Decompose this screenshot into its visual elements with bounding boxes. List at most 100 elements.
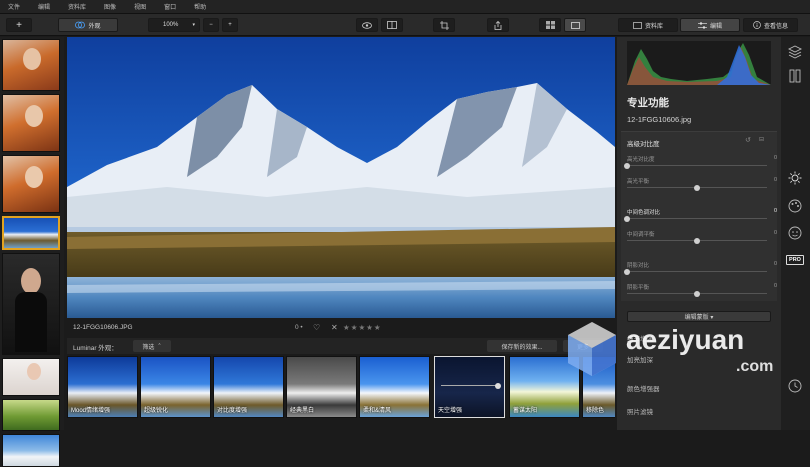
filmstrip — [0, 37, 64, 467]
single-view-button[interactable] — [564, 18, 586, 32]
slider-knob[interactable] — [694, 290, 700, 297]
slider-knob[interactable] — [624, 162, 630, 169]
compare-icon — [387, 21, 397, 29]
collapse-icon[interactable]: ⊟ — [759, 136, 764, 143]
star-rating-icon[interactable]: ★★★★★ — [343, 323, 382, 332]
toolbar: + 外观 100% ▾ − + 资料库 编辑 查看信息 — [0, 14, 810, 36]
preset-thumb[interactable]: 对比度增强 — [213, 356, 284, 418]
presets-strip: Mood情绪增强 超级锐化 对比度增强 经典黑白 柔和&清风 天空增强 蓄谋太阳… — [67, 355, 615, 430]
filmstrip-thumb-selected[interactable] — [2, 216, 60, 250]
compare-button[interactable] — [381, 18, 403, 32]
slider-label: 中间色调对比 — [627, 210, 661, 216]
slider-track[interactable] — [627, 165, 767, 166]
menu-library[interactable]: 资料库 — [68, 2, 86, 11]
preset-thumb[interactable]: 经典黑白 — [286, 356, 357, 418]
preset-amount-knob[interactable] — [495, 382, 501, 389]
slider-value: 0 — [773, 230, 777, 236]
zoom-select[interactable]: 100% ▾ — [148, 18, 200, 32]
slider-knob[interactable] — [694, 237, 700, 244]
reject-icon[interactable]: ✕ — [331, 323, 338, 332]
share-button[interactable] — [487, 18, 509, 32]
looks-button[interactable]: 外观 — [58, 18, 118, 32]
grid-view-button[interactable] — [539, 18, 561, 32]
watermark-sub: .com — [736, 358, 774, 375]
filmstrip-thumb[interactable] — [2, 253, 60, 355]
compare-panels-icon[interactable] — [788, 69, 802, 83]
info-icon — [753, 21, 761, 29]
menu-window[interactable]: 窗口 — [164, 2, 176, 11]
slider-value: 0 — [773, 283, 777, 289]
filmstrip-thumb[interactable] — [2, 399, 60, 431]
filmstrip-thumb[interactable] — [2, 39, 60, 91]
zoom-in-button[interactable]: + — [222, 18, 238, 32]
menu-file[interactable]: 文件 — [8, 2, 20, 11]
filmstrip-thumb[interactable] — [2, 434, 60, 467]
presets-source-label: Luminar 外观： — [73, 345, 118, 352]
slider-knob[interactable] — [624, 268, 630, 275]
filter-item-photo-filter[interactable]: 照片滤镜 — [627, 406, 653, 416]
watermark-text: aeziyuan — [626, 324, 745, 355]
crop-button[interactable] — [433, 18, 455, 32]
grid-icon — [545, 21, 555, 29]
looks-icon — [75, 21, 86, 29]
layers-icon[interactable] — [788, 45, 802, 59]
slider-track[interactable] — [627, 271, 767, 272]
looks-label: 外观 — [88, 23, 101, 30]
watermark-cube-icon — [568, 322, 616, 376]
menu-image[interactable]: 图像 — [104, 2, 116, 11]
preset-label: 蓄谋太阳 — [513, 408, 538, 414]
presets-toolbar: Luminar 外观： 筛选 ⌃ 保存新的效果... 更多 — [67, 338, 615, 354]
preset-thumb[interactable]: 柔和&清风 — [359, 356, 430, 418]
eye-icon — [362, 21, 372, 29]
preset-thumb[interactable]: Mood情绪增强 — [67, 356, 138, 418]
portrait-face-icon[interactable] — [788, 226, 802, 240]
filter-label: 筛选 — [142, 344, 155, 351]
sliders-icon — [697, 21, 707, 29]
zoom-value: 100% — [163, 22, 179, 28]
pro-icon[interactable]: PRO — [786, 255, 804, 265]
slider-label: 阴影平衡 — [627, 285, 650, 291]
preset-label: 经典黑白 — [290, 408, 315, 414]
preset-label: 天空增强 — [438, 408, 463, 414]
section-title[interactable]: 高级对比度 — [627, 138, 660, 148]
main-photo[interactable] — [67, 37, 615, 318]
flag-rating[interactable]: 0 • — [295, 324, 303, 331]
slider-value: 0 — [773, 208, 777, 214]
crop-icon — [439, 20, 449, 30]
zoom-out-button[interactable]: − — [203, 18, 219, 32]
slider-value: 0 — [773, 261, 777, 267]
palette-icon[interactable] — [788, 199, 802, 213]
info-button[interactable]: 查看信息 — [743, 18, 798, 32]
preset-thumb[interactable]: 超级锐化 — [140, 356, 211, 418]
edit-tab[interactable]: 编辑 — [680, 18, 740, 32]
filter-button[interactable]: 筛选 ⌃ — [133, 340, 171, 352]
filmstrip-thumb[interactable] — [2, 358, 60, 396]
library-icon — [633, 21, 642, 29]
watermark: aeziyuan .com — [566, 318, 806, 388]
plus-icon: + — [16, 19, 22, 31]
slider-knob[interactable] — [624, 215, 630, 222]
preset-label: 超级锐化 — [144, 408, 169, 414]
slider-label: 阴影对比 — [627, 263, 650, 269]
library-tab-label: 资料库 — [644, 23, 663, 30]
heart-icon[interactable]: ♡ — [313, 323, 320, 332]
menu-view[interactable]: 视图 — [134, 2, 146, 11]
save-look-button[interactable]: 保存新的效果... — [487, 340, 557, 352]
chevron-down-icon: ▾ — [192, 22, 195, 28]
reset-icon[interactable]: ↺ — [745, 136, 751, 144]
preview-button[interactable] — [356, 18, 378, 32]
filmstrip-thumb[interactable] — [2, 155, 60, 213]
library-tab[interactable]: 资料库 — [618, 18, 678, 32]
menu-edit[interactable]: 编辑 — [38, 2, 50, 11]
menu-help[interactable]: 帮助 — [194, 2, 206, 11]
slider-track[interactable] — [627, 218, 767, 219]
preset-thumb-selected[interactable]: 天空增强 — [434, 356, 505, 418]
info-label: 查看信息 — [763, 23, 788, 30]
preset-amount-slider[interactable] — [441, 382, 501, 389]
plus-icon: + — [228, 22, 232, 28]
add-button[interactable]: + — [6, 18, 32, 32]
sun-icon[interactable] — [788, 171, 802, 185]
filmstrip-thumb[interactable] — [2, 94, 60, 152]
share-icon — [494, 20, 502, 30]
slider-knob[interactable] — [694, 184, 700, 191]
